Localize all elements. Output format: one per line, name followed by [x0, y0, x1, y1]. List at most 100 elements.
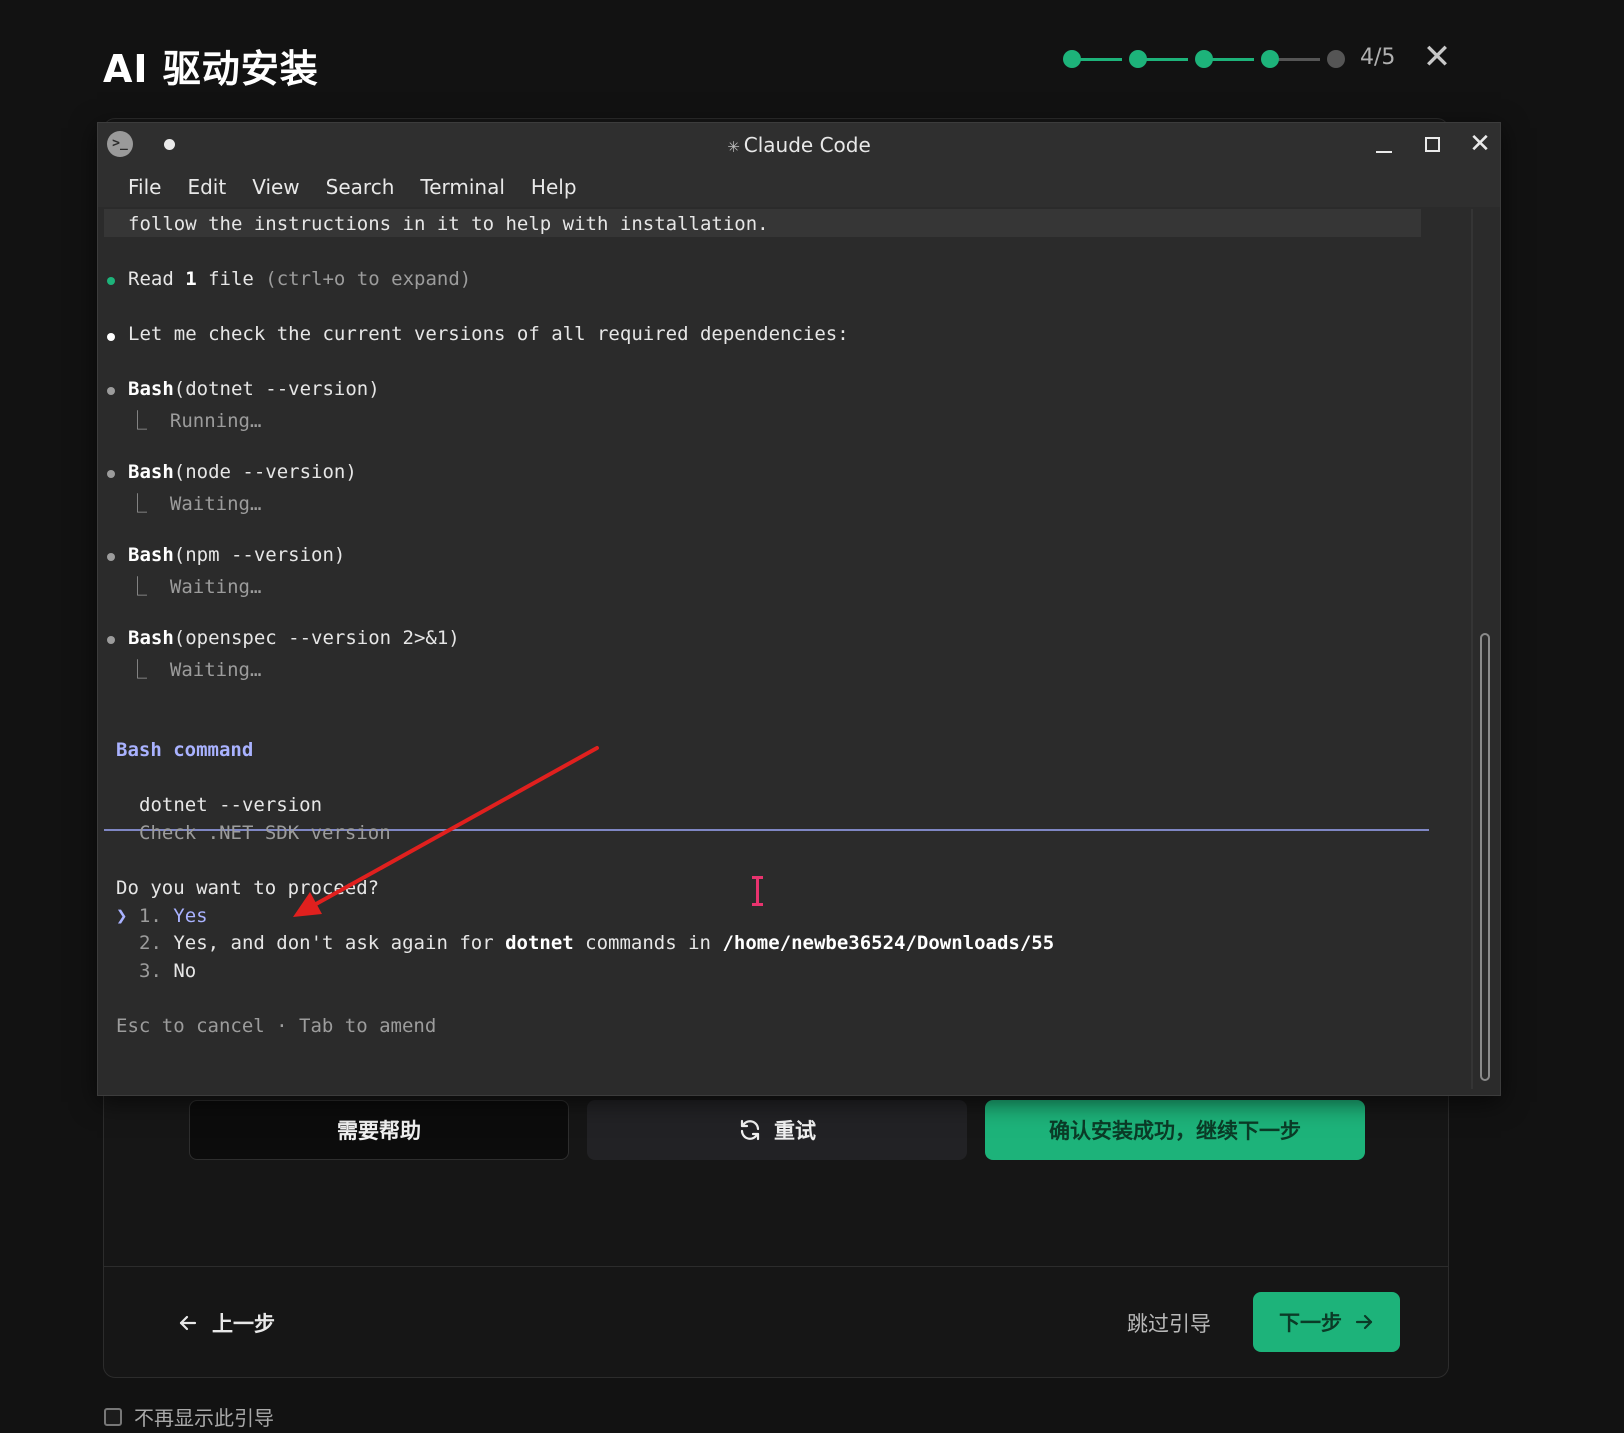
prompt-heading: Bash command [116, 739, 254, 761]
previous-step-button[interactable]: 上一步 [178, 1308, 275, 1338]
option-2-num: 2. [139, 932, 162, 954]
bash-node-cmd: (node --version) [173, 461, 357, 483]
prompt-footer-hint: Esc to cancel · Tab to amend [116, 1015, 437, 1037]
retry-button[interactable]: 重试 [587, 1100, 967, 1160]
menu-help[interactable]: Help [518, 167, 590, 207]
skip-guide-link[interactable]: 跳过引导 [1127, 1308, 1211, 1338]
progress-stepper [1063, 44, 1345, 74]
option-3-num: 3. [139, 960, 162, 982]
step-dot-3 [1195, 50, 1213, 68]
bash-node-line: Bash(node --version) [128, 461, 357, 483]
arrow-right-icon [1355, 1314, 1373, 1330]
step-dot-1 [1063, 50, 1081, 68]
check-line: Let me check the current versions of all… [128, 323, 849, 345]
prompt-question: Do you want to proceed? [116, 877, 380, 899]
prompt-command: dotnet --version [139, 794, 323, 816]
read-file-line: Read 1 file (ctrl+o to expand) [128, 268, 471, 290]
next-step-label: 下一步 [1279, 1311, 1342, 1335]
success-bullet-icon [107, 277, 115, 285]
bash-label: Bash [128, 627, 174, 649]
option-yes-num: 1. [138, 905, 162, 927]
close-icon: ✕ [1469, 129, 1491, 159]
option-yes[interactable]: ❯ 1. Yes [116, 905, 208, 927]
terminal-scrollbar[interactable] [1480, 633, 1490, 1081]
menu-file[interactable]: File [115, 167, 174, 207]
refresh-icon [740, 1119, 760, 1141]
dont-show-label: 不再显示此引导 [134, 1406, 274, 1430]
step-dot-5 [1327, 50, 1345, 68]
close-icon[interactable]: ✕ [1420, 40, 1454, 74]
dont-show-again-option[interactable]: 不再显示此引导 [104, 1402, 274, 1431]
option-yes-dont-ask[interactable]: 2. Yes, and don't ask again for dotnet c… [139, 932, 1054, 954]
menu-terminal[interactable]: Terminal [407, 167, 518, 207]
bash-label: Bash [128, 461, 174, 483]
bash-openspec-status: ⎿ Waiting… [128, 659, 262, 681]
option-yes-label: Yes [173, 905, 208, 927]
minimize-icon [1376, 151, 1392, 153]
window-title-text: Claude Code [743, 133, 871, 157]
option-2-cmd: dotnet [505, 932, 574, 954]
bash-node-status-text: Waiting… [169, 493, 262, 515]
retry-label: 重试 [774, 1119, 816, 1143]
read-prefix: Read [128, 268, 186, 290]
page-title: AI 驱动安装 [103, 47, 319, 91]
need-help-button[interactable]: 需要帮助 [189, 1100, 569, 1160]
bash-dotnet-cmd: (dotnet --version) [173, 378, 380, 400]
option-no-label: No [173, 960, 197, 982]
sparkle-icon: ✳ [727, 138, 740, 156]
previous-step-label: 上一步 [212, 1312, 275, 1336]
bash-npm-status: ⎿ Waiting… [128, 576, 262, 598]
bash-label: Bash [128, 544, 174, 566]
bash-npm-line: Bash(npm --version) [128, 544, 345, 566]
read-hint: (ctrl+o to expand) [265, 268, 472, 290]
option-2-text-a: Yes, and don't ask again for [173, 932, 506, 954]
scroll-track [1471, 209, 1473, 1089]
bash-openspec-status-text: Waiting… [169, 659, 262, 681]
prompt-description: Check .NET SDK version [139, 822, 391, 844]
option-2-path: /home/newbe36524/Downloads/55 [722, 932, 1055, 954]
menu-edit[interactable]: Edit [174, 167, 239, 207]
intro-line: follow the instructions in it to help wi… [128, 213, 769, 235]
confirm-install-label: 确认安装成功，继续下一步 [1049, 1119, 1301, 1143]
bash-openspec-cmd: (openspec --version 2>&1) [173, 627, 460, 649]
message-bullet-icon [107, 333, 115, 341]
pending-bullet-icon [107, 387, 115, 395]
read-count: 1 [185, 268, 197, 290]
terminal-titlebar[interactable]: >_ ✳ Claude Code ✕ [98, 123, 1500, 167]
bash-node-status: ⎿ Waiting… [128, 493, 262, 515]
maximize-button[interactable] [1416, 129, 1448, 161]
step-counter: 4/5 [1360, 45, 1396, 70]
menu-view[interactable]: View [239, 167, 312, 207]
terminal-output[interactable]: follow the instructions in it to help wi… [104, 209, 1474, 1089]
need-help-label: 需要帮助 [337, 1119, 421, 1143]
minimize-button[interactable] [1368, 129, 1400, 161]
step-dot-2 [1129, 50, 1147, 68]
bash-npm-cmd: (npm --version) [173, 544, 346, 566]
option-no[interactable]: 3. No [139, 960, 196, 982]
bash-dotnet-line: Bash(dotnet --version) [128, 378, 380, 400]
arrow-left-icon [179, 1315, 197, 1331]
dont-show-checkbox[interactable] [104, 1407, 122, 1426]
install-wizard-page: AI 驱动安装 4/5 ✕ 需要帮助 重试 确认安装成功，继续下一步 上一步 跳… [0, 0, 1624, 1433]
window-title: ✳ Claude Code [98, 133, 1500, 157]
pending-bullet-icon [107, 636, 115, 644]
pending-bullet-icon [107, 553, 115, 561]
window-close-button[interactable]: ✕ [1464, 129, 1496, 161]
bash-dotnet-status: ⎿ Running… [128, 410, 262, 432]
option-2-text-b: commands in [573, 932, 723, 954]
pending-bullet-icon [107, 470, 115, 478]
terminal-window: >_ ✳ Claude Code ✕ File Edit View Search … [97, 122, 1501, 1096]
maximize-icon [1424, 137, 1440, 152]
card-divider [104, 1266, 1448, 1267]
bash-npm-status-text: Waiting… [169, 576, 262, 598]
terminal-menubar: File Edit View Search Terminal Help [98, 167, 1500, 207]
bash-dotnet-status-text: Running… [169, 410, 262, 432]
menu-search[interactable]: Search [313, 167, 408, 207]
step-dot-4 [1261, 50, 1279, 68]
read-suffix: file [196, 268, 266, 290]
bash-label: Bash [128, 378, 174, 400]
next-step-button[interactable]: 下一步 [1253, 1292, 1400, 1352]
bash-openspec-line: Bash(openspec --version 2>&1) [128, 627, 460, 649]
selector-chevron-icon: ❯ [116, 905, 128, 927]
confirm-install-button[interactable]: 确认安装成功，继续下一步 [985, 1100, 1365, 1160]
